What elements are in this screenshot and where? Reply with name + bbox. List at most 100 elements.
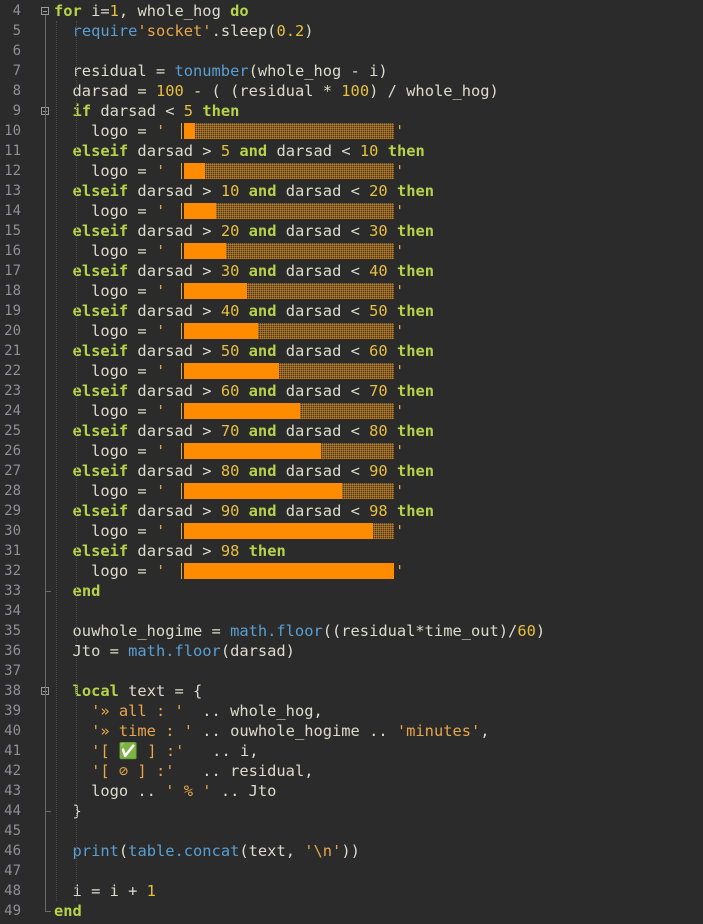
code-token: logo = (54, 362, 156, 380)
code-token: ' (155, 242, 166, 260)
code-line[interactable]: if darsad < 5 then (54, 101, 240, 121)
code-line[interactable]: elseif darsad > 90 and darsad < 98 then (54, 501, 435, 521)
code-line[interactable]: '[ ✅ ] :' .. i, (54, 741, 258, 761)
code-line[interactable]: logo = ' (54, 401, 165, 421)
code-line[interactable]: logo = ' (54, 121, 165, 141)
code-token: darsad > (128, 142, 221, 160)
code-line[interactable]: elseif darsad > 60 and darsad < 70 then (54, 381, 435, 401)
code-token: i = i + (54, 882, 147, 900)
code-token: elseif (72, 182, 129, 200)
code-token: 60 (369, 342, 388, 360)
code-line[interactable]: elseif darsad > 98 then (54, 541, 286, 561)
code-line[interactable]: logo = ' (54, 241, 165, 261)
code-token: 100 (155, 82, 184, 100)
code-line[interactable]: elseif darsad > 10 and darsad < 20 then (54, 181, 435, 201)
string-close-quote: ' (395, 202, 405, 220)
code-token: logo = (54, 442, 156, 460)
progress-bar-track (184, 123, 394, 139)
code-line[interactable]: logo .. ' % ' .. Jto (54, 781, 276, 801)
code-line[interactable]: residual = tonumber(whole_hog - i) (54, 61, 388, 81)
code-token: ' (155, 402, 166, 420)
progress-bar-left-edge (181, 243, 182, 259)
code-token: and (248, 462, 277, 480)
fold-end-marker (45, 591, 51, 592)
code-line[interactable]: print(table.concat(text, '\n')) (54, 841, 360, 861)
code-line[interactable]: for i=1, whole_hog do (54, 1, 249, 21)
fold-toggle-icon[interactable] (41, 7, 49, 15)
code-token: elseif (72, 542, 129, 560)
line-number: 43 (4, 783, 21, 799)
code-token: logo .. (54, 782, 166, 800)
code-line[interactable]: '» all : ' .. whole_hog, (54, 701, 323, 721)
code-line[interactable]: elseif darsad > 40 and darsad < 50 then (54, 301, 435, 321)
code-line[interactable]: logo = ' (54, 201, 165, 221)
progress-bar (184, 123, 402, 139)
code-token: ' (155, 522, 166, 540)
code-line[interactable]: logo = ' (54, 161, 165, 181)
code-token: darsad > (128, 542, 221, 560)
code-token: 'minutes' (396, 722, 481, 740)
code-line[interactable]: i = i + 1 (54, 881, 156, 901)
code-token: end (54, 902, 82, 920)
code-token: 20 (369, 182, 388, 200)
code-token: .. whole_hog, (183, 702, 323, 720)
code-line[interactable]: elseif darsad > 50 and darsad < 60 then (54, 341, 435, 361)
code-token: ' (155, 322, 166, 340)
code-token: ) / whole_hog) (369, 82, 499, 100)
code-token: math.floor (230, 622, 323, 640)
code-token: 90 (369, 462, 388, 480)
line-number: 42 (4, 763, 21, 779)
code-token: and (248, 222, 277, 240)
code-token: 90 (220, 502, 240, 520)
progress-bar (184, 563, 402, 579)
code-line[interactable]: '» time : ' .. ouwhole_hogime .. 'minute… (54, 721, 489, 741)
code-token: darsad < (276, 342, 370, 360)
code-token: 10 (220, 182, 240, 200)
code-line[interactable]: logo = ' (54, 561, 165, 581)
code-token: darsad > (128, 182, 221, 200)
code-token: 'socket' (137, 22, 212, 40)
code-line[interactable]: darsad = 100 - ( (residual * 100) / whol… (54, 81, 499, 101)
code-line[interactable]: Jto = math.floor(darsad) (54, 641, 295, 661)
line-number: 38 (4, 683, 21, 699)
code-token: local (72, 682, 119, 700)
code-token: elseif (72, 382, 129, 400)
code-line[interactable]: elseif darsad > 20 and darsad < 30 then (54, 221, 435, 241)
line-number: 41 (4, 743, 21, 759)
code-line[interactable]: require'socket'.sleep(0.2) (54, 21, 314, 41)
line-number: 34 (4, 603, 21, 619)
code-token: darsad > (128, 302, 221, 320)
code-line[interactable]: logo = ' (54, 441, 165, 461)
code-editor[interactable]: 4 5 6 7 8 9 10 11 12 13 14 15 16 17 18 19 20 21 22 23 24 25 26… (0, 0, 703, 924)
code-line[interactable]: logo = ' (54, 281, 165, 301)
code-line[interactable]: elseif darsad > 80 and darsad < 90 then (54, 461, 435, 481)
string-close-quote: ' (395, 402, 405, 420)
code-line[interactable]: logo = ' (54, 481, 165, 501)
line-number: 9 (12, 103, 21, 119)
code-token: ' % ' (165, 782, 212, 800)
code-line[interactable]: elseif darsad > 70 and darsad < 80 then (54, 421, 435, 441)
code-line[interactable]: logo = ' (54, 361, 165, 381)
code-token: darsad > (128, 502, 221, 520)
code-token: 30 (220, 262, 240, 280)
line-number: 35 (4, 623, 21, 639)
line-number: 45 (4, 823, 21, 839)
line-number: 40 (4, 723, 21, 739)
code-token: 1 (146, 882, 156, 900)
code-token: then (396, 502, 435, 520)
code-line[interactable]: elseif darsad > 30 and darsad < 40 then (54, 261, 435, 281)
code-line[interactable]: '[ ⊘ ] :' .. residual, (54, 761, 313, 781)
code-line[interactable]: elseif darsad > 5 and darsad < 10 then (54, 141, 425, 161)
code-token: then (396, 302, 435, 320)
line-number: 24 (4, 403, 21, 419)
code-line[interactable]: logo = ' (54, 521, 165, 541)
code-line[interactable]: ouwhole_hogime = math.floor((residual*ti… (54, 621, 546, 641)
code-line[interactable]: logo = ' (54, 321, 165, 341)
code-line[interactable]: end (54, 901, 82, 921)
code-token: then (248, 542, 286, 560)
code-token: - ( (residual * (183, 82, 342, 100)
code-token: ' (155, 562, 166, 580)
